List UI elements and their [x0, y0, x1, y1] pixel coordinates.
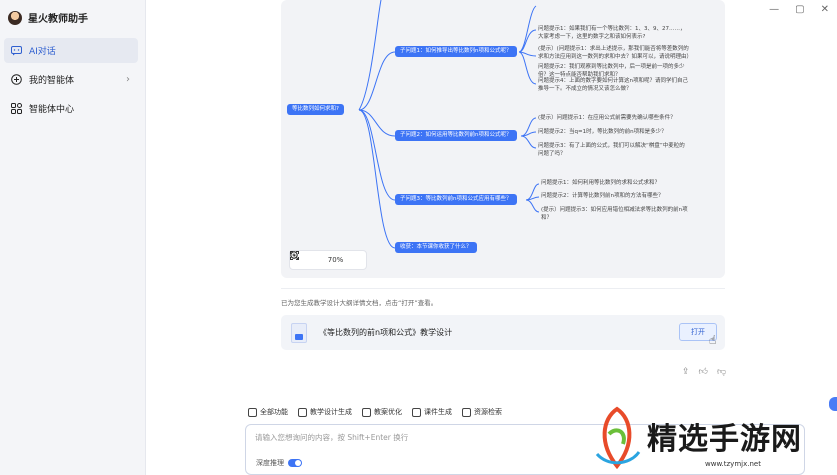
document-title: 《等比数列的前n项和公式》教学设计 [319, 328, 453, 337]
sidebar-item-my-agents[interactable]: 我的智能体 › [4, 67, 138, 92]
lesson-plan-icon [298, 407, 307, 417]
sidebar-item-label: AI对话 [29, 47, 56, 57]
mindmap-card[interactable]: 等比数列如何求和? 子问题1：如何推导出等比数列n项和公式呢？ 问题提示1：如果… [281, 0, 725, 278]
window-controls: — ▢ ✕ [769, 4, 829, 15]
feedback-actions: ⇪ 👍︎ 👎︎ [682, 367, 726, 377]
restore-button[interactable]: ▢ [795, 4, 804, 15]
grid-icon [10, 103, 22, 115]
share-icon[interactable]: ⇪ [682, 367, 690, 377]
zoom-toolbar: 70% [289, 250, 367, 270]
mindmap-branch-node[interactable]: 收获：本节课你收获了什么？ [395, 242, 477, 253]
close-button[interactable]: ✕ [821, 4, 829, 15]
app-name: 星火教师助手 [28, 14, 88, 25]
mindmap-leaf: 问题提示1：如何利用等比数列的求和公式求和？ [541, 180, 661, 186]
deep-reasoning-label: 深度推理 [256, 459, 284, 467]
thumbs-down-icon[interactable]: 👎︎ [717, 367, 726, 377]
sidebar-item-agent-center[interactable]: 智能体中心 [4, 96, 138, 121]
brand: 星火教师助手 [8, 10, 88, 25]
tool-label: 课件生成 [424, 408, 452, 416]
generation-note: 已为您生成教学设计大纲详情文档，点击“打开”查看。 [281, 299, 438, 307]
tool-label: 全部功能 [260, 408, 288, 416]
mindmap-leaf: 问题提示4：上面的数字要如何计算这n项和呢？请同学们自己推导一下。不成立的情况又… [538, 78, 688, 92]
mindmap-leaf: 问题提示3：有了上面的公式，我们可以解决“棋盘”中麦粒的问题了吗？ [538, 143, 685, 157]
avatar [8, 10, 22, 25]
thumbs-up-icon[interactable]: 👍︎ [699, 367, 708, 377]
tool-label: 教案优化 [374, 408, 402, 416]
mindmap-branch-node[interactable]: 子问题1：如何推导出等比数列n项和公式呢？ [395, 46, 517, 57]
pointer-cursor-icon: ☝ [709, 333, 717, 347]
watermark-title: 精选手游网 [647, 422, 802, 457]
scroll-to-bottom-icon[interactable] [829, 397, 837, 411]
mindmap-leaf: 问题提示1：如果我们有一个等比数列：1、3、9、27……，大家考虑一下，这里的数… [538, 26, 686, 40]
minimize-button[interactable]: — [769, 4, 779, 15]
watermark-url: www.tzymjx.net [705, 460, 761, 468]
chat-icon [10, 45, 22, 57]
sidebar-nav: AI对话 我的智能体 › 智能体中心 [4, 38, 138, 125]
mindmap-leaf: 问题提示2：我们观察到等比数列中，后一项是前一项的多少倍？这一特点能否帮助我们求… [538, 64, 685, 78]
optimize-icon [362, 407, 371, 417]
deep-reasoning-toggle[interactable]: 深度推理 [256, 458, 302, 468]
mindmap-leaf: (提示）问题提示3：如何应用错位相减法求等比数列的前n项和？ [541, 207, 688, 221]
sidebar: 星火教师助手 AI对话 我的智能体 › 智能体中心 [0, 0, 146, 475]
mindmap-root-node[interactable]: 等比数列如何求和? [287, 104, 344, 115]
search-icon [462, 407, 471, 417]
mindmap-leaf: (提示）(问题提示1：求出上述提示，那我们能否将等差数列的求和方法应用到这一数列… [538, 46, 693, 60]
mindmap-branch-node[interactable]: 子问题3：等比数列前n项和公式应用有哪些？ [395, 194, 517, 205]
apps-icon [248, 407, 257, 417]
plus-circle-icon [10, 74, 22, 86]
tool-lesson-plan[interactable]: 教学设计生成 [298, 407, 352, 417]
chevron-right-icon: › [126, 74, 130, 85]
sidebar-item-label: 智能体中心 [29, 105, 75, 115]
tool-bar: 全部功能 教学设计生成 教案优化 课件生成 资源检索 [248, 407, 502, 417]
mindmap-leaf: 问题提示2：计算等比数列前n项和的方法有哪些？ [541, 193, 664, 199]
divider [281, 288, 725, 289]
sidebar-item-ai-chat[interactable]: AI对话 [4, 38, 138, 63]
sidebar-item-label: 我的智能体 [29, 76, 75, 86]
tool-label: 教学设计生成 [310, 408, 352, 416]
tool-all-functions[interactable]: 全部功能 [248, 407, 288, 417]
slides-icon [412, 407, 421, 417]
watermark: 精选手游网 www.tzymjx.net [585, 402, 837, 475]
tool-optimize[interactable]: 教案优化 [362, 407, 402, 417]
tool-slides[interactable]: 课件生成 [412, 407, 452, 417]
watermark-logo-icon [595, 406, 641, 470]
input-placeholder: 请输入您想询问的内容，按 Shift+Enter 换行 [255, 433, 409, 442]
tool-resource-search[interactable]: 资源检索 [462, 407, 502, 417]
mindmap-branch-node[interactable]: 子问题2：如何运用等比数列前n项和公式呢？ [395, 130, 517, 141]
tool-label: 资源检索 [474, 408, 502, 416]
mindmap-leaf: 问题提示2：当q=1时，等比数列的前n项和是多少？ [538, 129, 667, 135]
toggle-switch[interactable] [288, 459, 302, 467]
mindmap-leaf: (提示）问题提示1：在应用公式前需要先确认哪些条件？ [538, 115, 676, 121]
document-icon [291, 323, 307, 343]
document-card[interactable]: 《等比数列的前n项和公式》教学设计 打开 [281, 315, 725, 350]
zoom-level: 70% [327, 256, 344, 264]
